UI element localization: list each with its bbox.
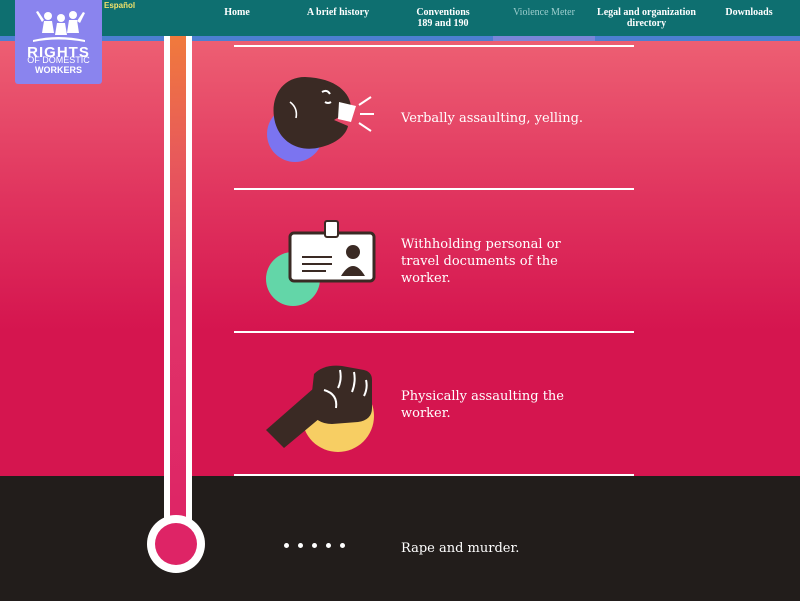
dot: [326, 543, 331, 548]
nav-legal-directory-label-line1: Legal and organization: [597, 7, 696, 18]
nav-downloads[interactable]: Downloads: [698, 0, 800, 36]
nav-conventions[interactable]: Conventions 189 and 190: [393, 0, 493, 36]
logo-subtitle: OF DOMESTIC: [27, 55, 90, 65]
nav-home-label: Home: [224, 7, 250, 18]
meter-item-line: Rape and murder.: [401, 541, 520, 556]
meter-item-line: travel documents of the: [401, 254, 558, 269]
meter-item-line: Physically assaulting the: [401, 389, 564, 404]
nav-conventions-label-line2: 189 and 190: [417, 18, 469, 29]
nav-home[interactable]: Home: [191, 0, 283, 36]
meter-item-line: Verbally assaulting, yelling.: [401, 111, 584, 126]
ellipsis-dots-icon: [284, 543, 345, 548]
dot: [284, 543, 289, 548]
id-card-icon: [266, 220, 376, 306]
shouting-face-icon: [267, 77, 374, 162]
dot: [312, 543, 317, 548]
divider: [234, 188, 634, 190]
meter-item-text: Rape and murder.: [401, 540, 519, 557]
meter-item-line: worker.: [401, 406, 451, 421]
nav-brief-history-label: A brief history: [306, 7, 370, 18]
language-link-espanol[interactable]: Español: [104, 1, 135, 10]
divider: [234, 45, 634, 47]
thermometer-bulb-fill: [155, 523, 197, 565]
nav-brief-history[interactable]: A brief history: [283, 0, 393, 36]
divider: [234, 474, 634, 476]
meter-item-text: Verbally assaulting, yelling.: [401, 110, 583, 127]
meter-item-text: Physically assaulting the worker.: [401, 388, 564, 422]
divider: [234, 331, 634, 333]
meter-item-line: worker.: [401, 271, 451, 286]
dot: [340, 543, 345, 548]
meter-item-text: Withholding personal or travel documents…: [401, 236, 561, 287]
logo-subtitle-bold: WORKERS: [35, 65, 82, 75]
site-logo[interactable]: RIGHTS OF DOMESTIC WORKERS: [15, 0, 102, 84]
nav-legal-directory-label-line2: directory: [626, 18, 667, 29]
meter-item-icon-wrap: [262, 360, 382, 456]
nav-conventions-label-line1: Conventions: [416, 7, 470, 18]
meter-item-icon-wrap: [262, 218, 382, 314]
meter-item-line: Withholding personal or: [401, 237, 561, 252]
nav-violence-meter[interactable]: Violence Meter: [493, 0, 595, 41]
meter-item-icon-wrap: [262, 72, 382, 171]
nav-legal-directory[interactable]: Legal and organization directory: [595, 0, 698, 36]
nav-downloads-label: Downloads: [725, 7, 773, 18]
dot: [298, 543, 303, 548]
dark-section-background: [0, 476, 800, 601]
nav-violence-meter-label: Violence Meter: [513, 7, 575, 18]
thermometer-fill: [170, 36, 186, 534]
protest-figures-icon: [33, 11, 85, 42]
fist-icon: [266, 365, 374, 452]
nav-accent-strip: [0, 36, 800, 41]
